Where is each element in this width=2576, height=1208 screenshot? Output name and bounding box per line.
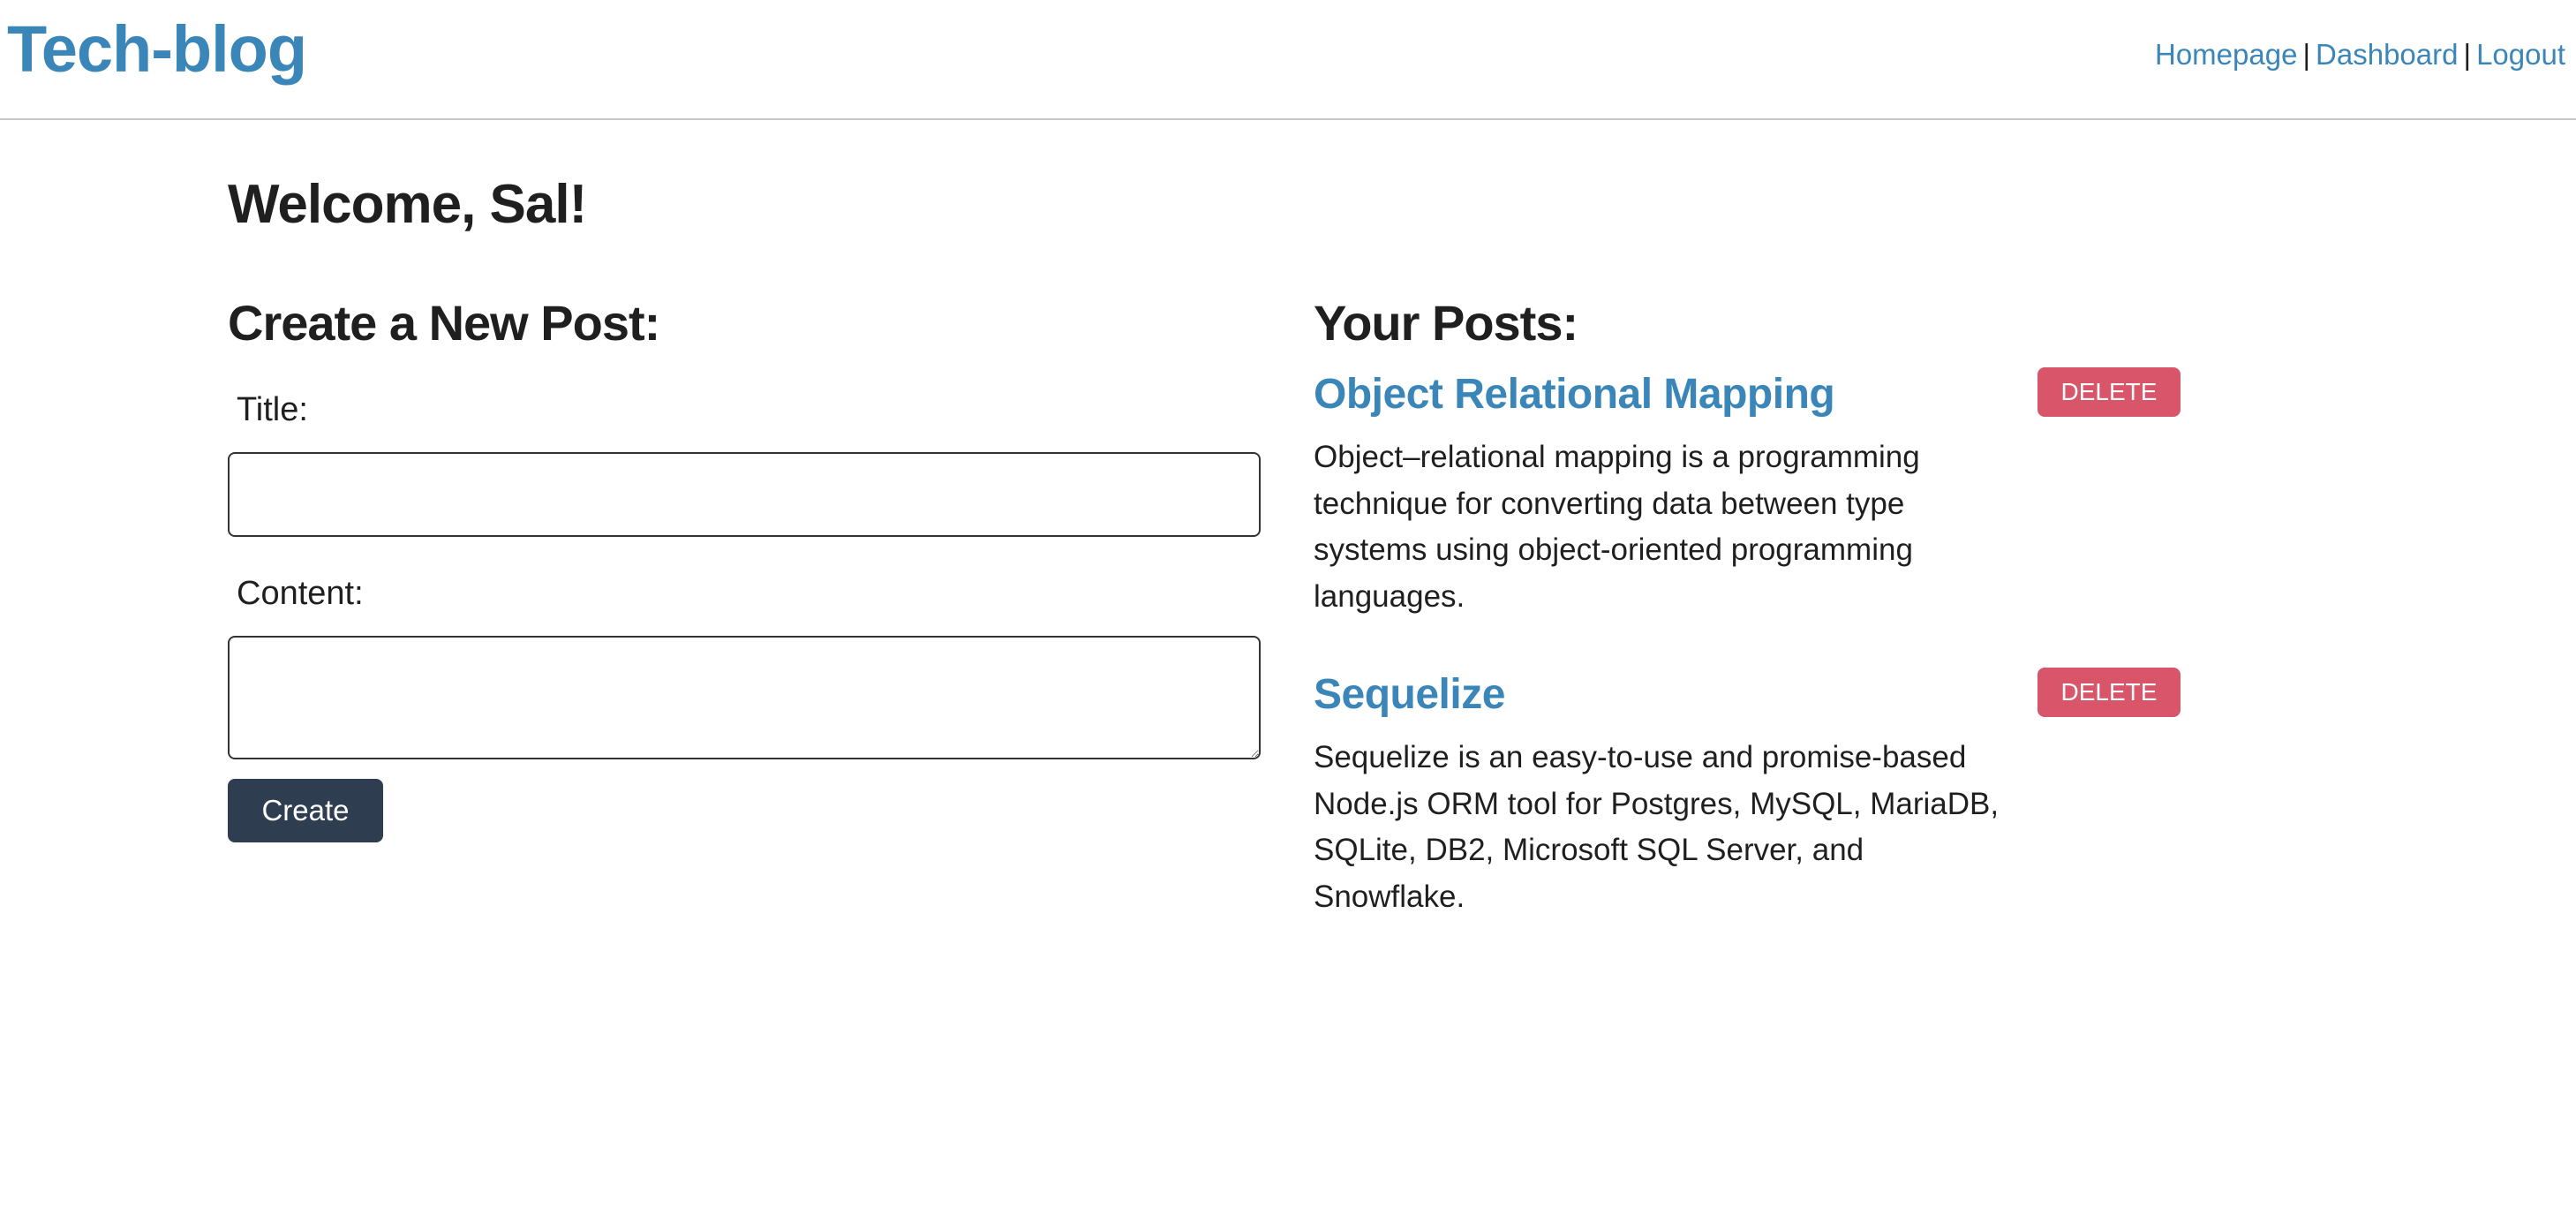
post-body: Sequelize is an easy-to-use and promise-…: [1314, 740, 2000, 914]
post-body: Object–relational mapping is a programmi…: [1314, 440, 1920, 614]
post-title-link[interactable]: Object Relational Mapping: [1314, 364, 1835, 426]
welcome-heading: Welcome, Sal!: [228, 174, 587, 235]
site-header: Tech-blog Homepage | Dashboard | Logout: [0, 0, 2576, 120]
post-title-link[interactable]: Sequelize: [1314, 664, 1505, 726]
delete-post-button[interactable]: DELETE: [2037, 668, 2181, 717]
nav-dashboard-link[interactable]: Dashboard: [2316, 38, 2458, 71]
post-content-textarea[interactable]: [228, 636, 1261, 759]
content-label: Content:: [237, 575, 364, 612]
nav-homepage-link[interactable]: Homepage: [2155, 38, 2297, 71]
post-title-input[interactable]: [228, 452, 1261, 537]
main-nav: Homepage | Dashboard | Logout: [2155, 34, 2565, 76]
site-logo: Tech-blog: [7, 12, 307, 86]
title-label: Title:: [237, 391, 308, 428]
nav-logout-link[interactable]: Logout: [2476, 38, 2565, 71]
your-posts-heading: Your Posts:: [1314, 295, 1578, 351]
create-post-button[interactable]: Create: [228, 779, 383, 842]
nav-separator: |: [2302, 38, 2311, 71]
create-post-heading: Create a New Post:: [228, 295, 660, 351]
delete-post-button[interactable]: DELETE: [2037, 367, 2181, 417]
nav-separator: |: [2463, 38, 2472, 71]
